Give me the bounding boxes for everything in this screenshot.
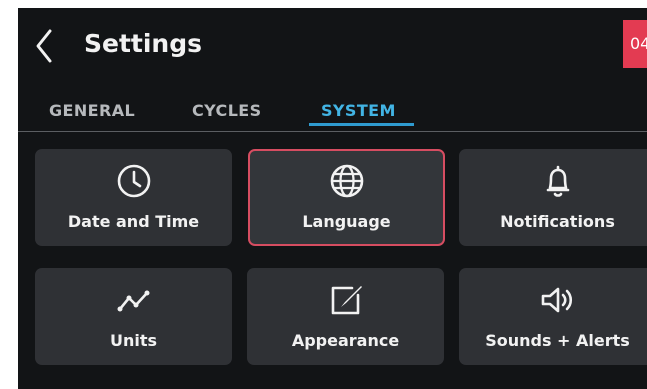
units-tile[interactable]: Units xyxy=(35,268,232,365)
bell-icon xyxy=(540,163,576,199)
settings-screen: Settings 04 GENERAL CYCLES SYSTEM Date a… xyxy=(18,8,647,389)
speaker-icon xyxy=(540,282,576,318)
header: Settings 04 xyxy=(18,8,647,78)
tab-general[interactable]: GENERAL xyxy=(49,99,135,123)
notifications-label: Notifications xyxy=(500,212,615,231)
notifications-tile[interactable]: Notifications xyxy=(459,149,647,246)
sounds-alerts-tile[interactable]: Sounds + Alerts xyxy=(459,268,647,365)
appearance-label: Appearance xyxy=(291,331,400,350)
tab-system[interactable]: SYSTEM xyxy=(321,99,396,123)
back-button[interactable] xyxy=(30,28,60,64)
units-label: Units xyxy=(109,331,158,350)
sounds-alerts-label: Sounds + Alerts xyxy=(485,331,630,350)
date-and-time-label: Date and Time xyxy=(67,212,200,231)
language-label: Language xyxy=(302,212,391,231)
appearance-tile[interactable]: Appearance xyxy=(247,268,444,365)
date-and-time-tile[interactable]: Date and Time xyxy=(35,149,232,246)
corner-badge: 04 xyxy=(623,20,647,68)
globe-icon xyxy=(329,163,365,199)
chevron-left-icon xyxy=(36,29,52,63)
edit-appearance-icon xyxy=(328,282,364,318)
tab-bar: GENERAL CYCLES SYSTEM xyxy=(18,92,647,132)
page-title: Settings xyxy=(84,29,203,58)
clock-icon xyxy=(116,163,152,199)
tab-cycles[interactable]: CYCLES xyxy=(192,99,262,123)
trend-line-icon xyxy=(116,282,152,318)
active-tab-indicator xyxy=(309,123,414,126)
tab-divider xyxy=(18,131,647,132)
language-tile[interactable]: Language xyxy=(248,149,445,246)
